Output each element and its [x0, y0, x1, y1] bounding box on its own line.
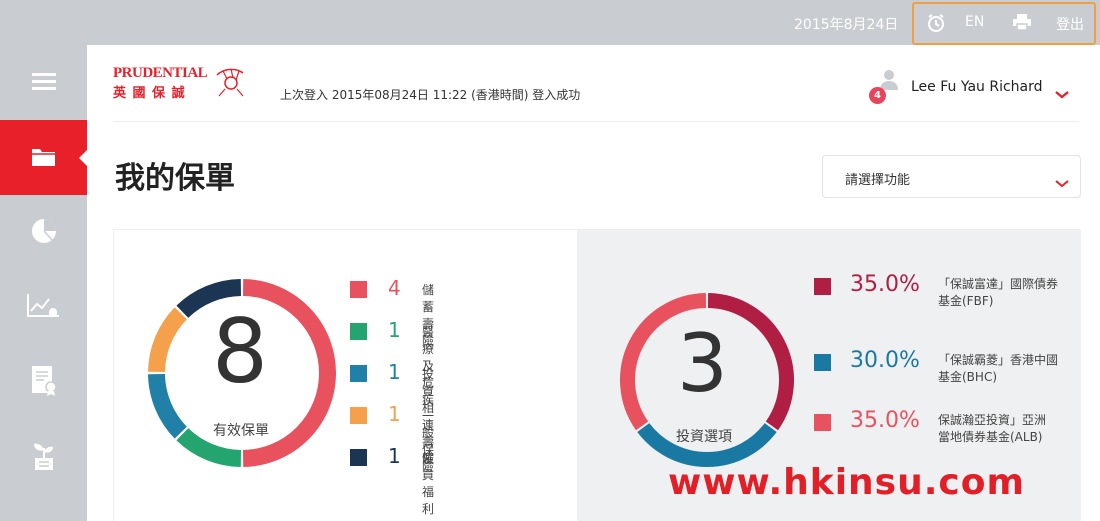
language-toggle[interactable]: EN: [965, 14, 984, 30]
legend-swatch: [814, 414, 831, 431]
alarm-clock-icon[interactable]: [926, 13, 946, 37]
plant-icon: [30, 440, 58, 476]
fund-percentage: 35.0%: [850, 408, 920, 433]
certificate-icon: [30, 365, 58, 401]
last-login-text: 上次登入 2015年08月24日 11:22 (香港時間) 登入成功: [280, 88, 581, 102]
sidebar-item-menu[interactable]: [0, 45, 87, 120]
top-bar: 2015年8月24日 EN 登出: [0, 0, 1100, 45]
fund-label-line: 「保誠富達」國際債券: [938, 277, 1059, 291]
trend-alert-icon: [26, 292, 62, 324]
investment-total-label: 投資選項: [676, 429, 732, 445]
function-select-label: 請選擇功能: [845, 173, 911, 188]
policy-total-label: 有效保單: [213, 423, 269, 439]
donut-segment: [148, 373, 188, 439]
sidebar-item-trends[interactable]: [0, 270, 87, 345]
notification-badge: 4: [869, 87, 886, 104]
print-icon[interactable]: [1012, 13, 1032, 35]
legend-swatch: [814, 354, 831, 371]
legend-count: 1: [388, 360, 401, 384]
legend-label: 僱員福利: [422, 451, 435, 516]
legend-swatch: [350, 407, 367, 424]
brand-name-zh: 英 國 保 誠: [113, 86, 186, 101]
brand-name-en: PRUDENTIAL: [113, 65, 208, 81]
watermark-text: www.hkinsu.com: [668, 462, 1026, 503]
sidebar-item-my-policies[interactable]: [0, 120, 88, 195]
fund-label: 保誠瀚亞投資」亞洲 當地債券基金(ALB): [938, 412, 1078, 446]
app-window: 2015年8月24日 EN 登出 PRUDENTIAL 英 國 保 誠 上次登入…: [0, 0, 1100, 521]
legend-count: 1: [388, 402, 401, 426]
legend-count: 1: [388, 444, 401, 468]
fund-percentage: 35.0%: [850, 272, 920, 297]
main-content: PRUDENTIAL 英 國 保 誠 上次登入 2015年08月24日 11:2…: [87, 45, 1100, 521]
chevron-down-icon: [1055, 84, 1069, 103]
fund-label-line: 當地債券基金(ALB): [938, 430, 1043, 444]
user-menu[interactable]: 4 Lee Fu Yau Richard: [869, 70, 1089, 115]
header-divider: [113, 121, 1079, 122]
fund-percentage: 30.0%: [850, 348, 920, 373]
fund-label-line: 保誠瀚亞投資」亞洲: [938, 413, 1047, 427]
sidebar-item-documents[interactable]: [0, 345, 87, 420]
folder-icon: [31, 145, 57, 171]
policies-panel[interactable]: 8 有效保單 4 儲蓄壽險 1 醫療及危疾 1 投資相連壽險 1 一般保險 1 …: [114, 230, 577, 521]
policy-total: 8: [212, 300, 268, 403]
fund-label: 「保誠富達」國際債券 基金(FBF): [938, 276, 1078, 310]
page-title: 我的保單: [115, 161, 235, 196]
investment-total: 3: [677, 317, 728, 410]
fund-label-line: 基金(FBF): [938, 294, 994, 308]
legend-count: 1: [388, 318, 401, 342]
legend-swatch: [350, 365, 367, 382]
sidebar: [0, 45, 88, 521]
menu-icon: [31, 71, 56, 95]
chevron-down-icon: [1055, 173, 1069, 192]
logout-link[interactable]: 登出: [1056, 14, 1084, 34]
current-date: 2015年8月24日: [794, 17, 899, 33]
function-select[interactable]: 請選擇功能: [822, 155, 1081, 198]
legend-swatch: [350, 449, 367, 466]
sidebar-item-portfolio[interactable]: [0, 195, 87, 270]
fund-label-line: 基金(BHC): [938, 370, 997, 384]
legend-swatch: [814, 278, 831, 295]
legend-swatch: [350, 323, 367, 340]
prudential-logo: PRUDENTIAL 英 國 保 誠: [113, 65, 253, 101]
fund-label-line: 「保誠霸菱」香港中國: [938, 353, 1059, 367]
donut-segment: [148, 307, 188, 373]
legend-swatch: [350, 281, 367, 298]
prudence-head-icon: [211, 65, 249, 101]
sidebar-item-growth[interactable]: [0, 420, 87, 495]
pie-chart-icon: [31, 218, 57, 248]
fund-label: 「保誠霸菱」香港中國 基金(BHC): [938, 352, 1078, 386]
top-tools-group: EN 登出: [912, 2, 1096, 45]
legend-count: 4: [388, 276, 401, 300]
user-name: Lee Fu Yau Richard: [911, 79, 1043, 95]
